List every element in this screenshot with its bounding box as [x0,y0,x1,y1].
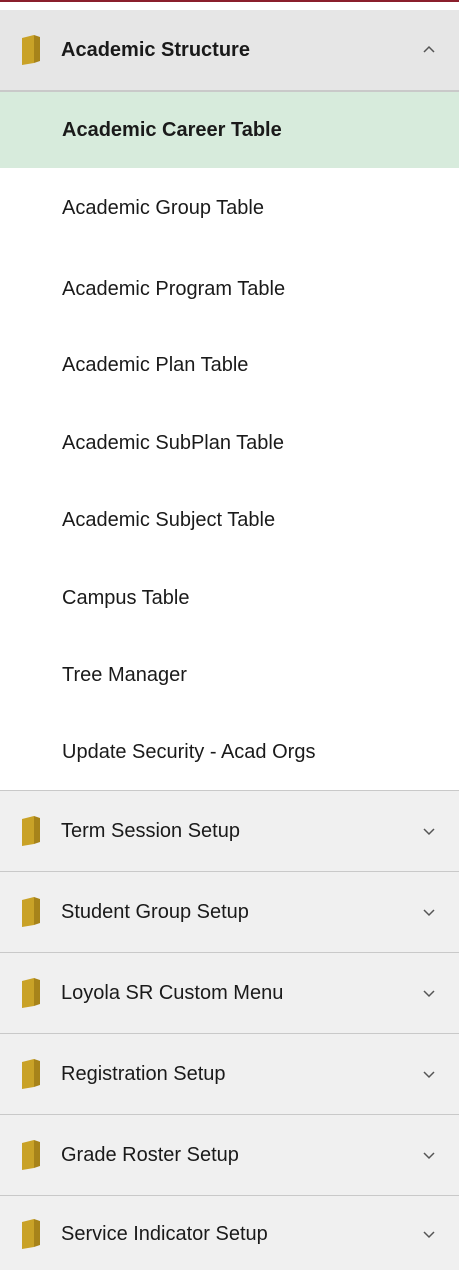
chevron-up-icon[interactable] [423,44,435,56]
menu-item-label: Campus Table [62,586,190,609]
menu-item-label: Academic Plan Table [62,353,249,376]
menu-item-campus-table[interactable]: Campus Table [0,560,459,636]
menu-item-academic-career-table[interactable]: Academic Career Table [0,92,459,168]
group-student-group-setup[interactable]: Student Group Setup [0,872,459,953]
menu-item-label: Academic SubPlan Table [62,431,284,454]
chevron-down-icon[interactable] [423,1228,435,1240]
group-label: Service Indicator Setup [61,1222,268,1245]
menu-item-label: Academic Subject Table [62,508,276,531]
folder-icon [22,816,40,846]
group-label: Loyola SR Custom Menu [61,981,284,1004]
group-label: Grade Roster Setup [61,1143,239,1166]
menu-item-tree-manager[interactable]: Tree Manager [0,637,459,713]
chevron-down-icon[interactable] [423,1068,435,1080]
menu-item-label: Tree Manager [62,663,187,686]
group-academic-structure[interactable]: Academic Structure [0,10,459,92]
folder-icon [22,1219,40,1249]
menu-item-update-security-acad-orgs[interactable]: Update Security - Acad Orgs [0,714,459,790]
folder-icon [22,35,40,65]
menu-item-label: Update Security - Acad Orgs [62,740,316,763]
chevron-down-icon[interactable] [423,906,435,918]
group-grade-roster-setup[interactable]: Grade Roster Setup [0,1115,459,1196]
menu-item-academic-plan-table[interactable]: Academic Plan Table [0,327,459,403]
folder-icon [22,1140,40,1170]
group-label: Term Session Setup [61,819,240,842]
group-loyola-sr-custom-menu[interactable]: Loyola SR Custom Menu [0,953,459,1034]
group-registration-setup[interactable]: Registration Setup [0,1034,459,1115]
menu-item-label: Academic Career Table [62,118,282,141]
group-label: Student Group Setup [61,900,249,923]
menu-item-academic-subject-table[interactable]: Academic Subject Table [0,482,459,558]
navigation-menu: Academic Structure Academic Career Table… [0,0,459,1270]
menu-item-academic-program-table[interactable]: Academic Program Table [0,251,459,327]
group-label: Registration Setup [61,1062,226,1085]
folder-icon [22,978,40,1008]
menu-item-label: Academic Program Table [62,277,286,300]
folder-icon [22,897,40,927]
menu-item-academic-group-table[interactable]: Academic Group Table [0,170,459,246]
folder-icon [22,1059,40,1089]
chevron-down-icon[interactable] [423,987,435,999]
group-label: Academic Structure [61,38,250,61]
chevron-down-icon[interactable] [423,825,435,837]
group-service-indicator-setup[interactable]: Service Indicator Setup [0,1196,459,1270]
menu-item-label: Academic Group Table [62,196,264,219]
menu-item-academic-subplan-table[interactable]: Academic SubPlan Table [0,405,459,481]
chevron-down-icon[interactable] [423,1149,435,1161]
group-term-session-setup[interactable]: Term Session Setup [0,790,459,872]
